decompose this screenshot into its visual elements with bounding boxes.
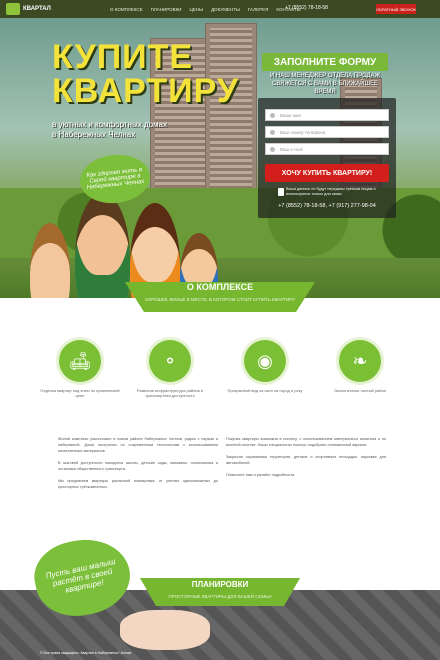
- footer-text: © Все права защищены. Квартал в Набережн…: [40, 651, 132, 655]
- nav-item-docs[interactable]: ДОКУМЕНТЫ: [211, 7, 240, 12]
- callback-button[interactable]: ОБРАТНЫЙ ЗВОНОК: [376, 4, 416, 14]
- email-placeholder: Ваш e-mail: [280, 146, 303, 152]
- nav-item-gallery[interactable]: ГАЛЕРЕЯ: [248, 7, 268, 12]
- paragraph: Покупка квартиры возможна в ипотеку, с и…: [226, 437, 386, 447]
- about-text-left: Жилой комплекс расположен в новом районе…: [58, 436, 218, 496]
- email-field[interactable]: Ваш e-mail: [265, 143, 389, 155]
- form-subheading: И НАШ МЕНЕДЖЕР ОТДЕЛА ПРОДАЖ СВЯЖЕТСЯ С …: [269, 73, 381, 95]
- feature-text: Отделка квартир под ключ по приемлемой ц…: [40, 388, 120, 398]
- network-icon: ⚬: [149, 340, 191, 382]
- feature-item: 🛋 Отделка квартир под ключ по приемлемой…: [40, 340, 120, 398]
- feature-text: Экологически чистый район: [334, 388, 386, 393]
- name-placeholder: Ваше имя: [280, 112, 301, 118]
- about-title: О КОМПЛЕКСЕ: [186, 282, 254, 292]
- hero-subtitle: в уютных и комфортных домах в Набережных…: [52, 120, 168, 139]
- top-bar: КВАРТАЛ О КОМПЛЕКСЕ ПЛАНИРОВКИ ЦЕНЫ ДОКУ…: [0, 0, 440, 18]
- hero-title: КУПИТЕ КВАРТИРУ: [52, 40, 239, 108]
- contact-phones: +7 (8552) 78-18-58, +7 (917) 277-98-04: [278, 203, 376, 209]
- paragraph: Мы предлагаем квартиры различной планиро…: [58, 479, 218, 489]
- phone-icon: [270, 130, 275, 135]
- baby-image: [120, 610, 210, 650]
- header-phone[interactable]: +7 (8552) 78-18-58: [285, 5, 328, 11]
- main-nav: О КОМПЛЕКСЕ ПЛАНИРОВКИ ЦЕНЫ ДОКУМЕНТЫ ГА…: [110, 0, 301, 18]
- logo-text: КВАРТАЛ: [23, 6, 51, 12]
- mail-icon: [270, 147, 275, 152]
- lock-icon: [278, 188, 284, 196]
- feature-text: Развитая инфраструктура района и транспо…: [136, 388, 204, 398]
- person-figure: [30, 223, 70, 298]
- about-text-right: Покупка квартиры возможна в ипотеку, с и…: [226, 436, 386, 484]
- feature-item: ⚬ Развитая инфраструктура района и транс…: [130, 340, 210, 398]
- feature-item: ◉ Прекрасный вид из окон на город и реку: [225, 340, 305, 393]
- paragraph: В шаговой доступности находятся школы, д…: [58, 461, 218, 471]
- paragraph: Позвоните нам и узнайте подробности.: [226, 473, 296, 477]
- hero-title-line2: КВАРТИРУ: [52, 72, 239, 110]
- buy-apartment-button[interactable]: ХОЧУ КУПИТЬ КВАРТИРУ!: [265, 164, 389, 182]
- nav-item-about[interactable]: О КОМПЛЕКСЕ: [110, 7, 143, 12]
- user-icon: [270, 113, 275, 118]
- form-heading: ЗАПОЛНИТЕ ФОРМУ: [262, 53, 388, 71]
- nav-item-prices[interactable]: ЦЕНЫ: [190, 7, 204, 12]
- paragraph: Жилой комплекс расположен в новом районе…: [58, 437, 218, 453]
- nav-item-plans[interactable]: ПЛАНИРОВКИ: [151, 7, 182, 12]
- plans-title: ПЛАНИРОВКИ: [191, 580, 249, 589]
- hero-title-line1: КУПИТЕ: [52, 38, 194, 76]
- logo-mark-icon: [6, 3, 20, 15]
- name-field[interactable]: Ваше имя: [265, 109, 389, 121]
- plans-subtitle: ПРОСТОРНЫЕ КВАРТИРЫ ДЛЯ ВАШЕЙ СЕМЬИ: [168, 594, 272, 599]
- leaf-icon: ❧: [339, 340, 381, 382]
- feature-item: ❧ Экологически чистый район: [320, 340, 400, 393]
- binoculars-icon: ◉: [244, 340, 286, 382]
- feature-text: Прекрасный вид из окон на город и реку: [227, 388, 303, 393]
- sofa-icon: 🛋: [59, 340, 101, 382]
- logo[interactable]: КВАРТАЛ: [6, 2, 86, 16]
- phone-field[interactable]: Ваш номер телефона: [265, 126, 389, 138]
- privacy-note: Ваши данные не будут переданы третьим ли…: [286, 187, 376, 196]
- logo-title: КВАРТАЛ: [23, 6, 51, 12]
- paragraph: Закрытая охраняемая территория, детские …: [226, 455, 386, 465]
- about-subtitle: ХОРОШЕЕ ЖИЛЬЁ В МЕСТЕ, В КОТОРОМ СТОИТ К…: [144, 297, 296, 302]
- phone-placeholder: Ваш номер телефона: [280, 129, 326, 135]
- person-figure: [75, 193, 130, 298]
